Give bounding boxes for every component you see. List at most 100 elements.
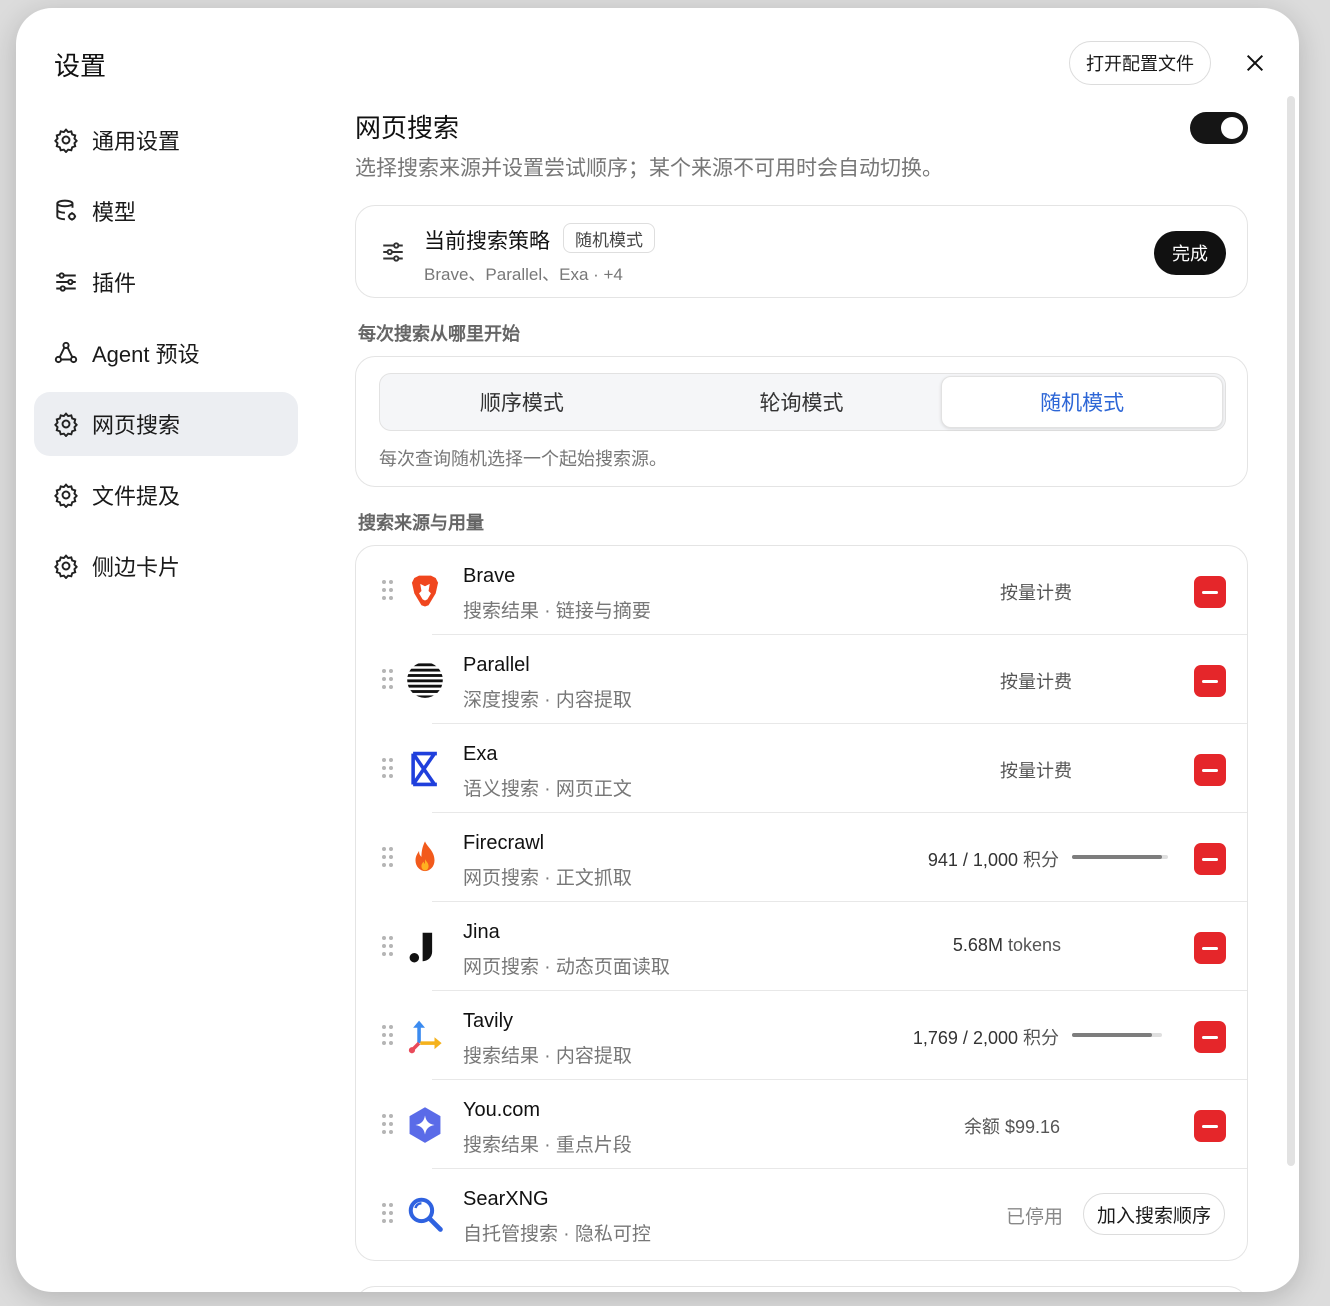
gear-icon (52, 552, 80, 580)
nav-item-agent-presets[interactable]: Agent 预设 (34, 321, 298, 385)
source-row-searxng: SearXNG 自托管搜索 · 隐私可控 已停用 加入搜索顺序 (356, 1169, 1247, 1258)
exa-hourglass-icon (406, 750, 444, 788)
mode-description: 每次查询随机选择一个起始搜索源。 (379, 449, 667, 469)
nav-item-label: 模型 (92, 200, 137, 225)
source-usage: 5.68M tokens (952, 935, 1061, 955)
source-row-brave: Brave 搜索结果 · 链接与摘要 按量计费 (356, 546, 1247, 635)
gear-icon (52, 126, 80, 154)
usage-progress-bar (1072, 1033, 1162, 1037)
drag-handle-icon[interactable] (382, 1203, 394, 1223)
nav-item-label: 网页搜索 (92, 413, 181, 438)
source-description: 网页搜索 · 正文抓取 (463, 868, 632, 889)
tavily-arrows-icon (406, 1017, 444, 1055)
source-name: Parallel (463, 654, 530, 676)
source-name: Brave (463, 565, 516, 587)
source-description: 深度搜索 · 内容提取 (463, 690, 632, 711)
database-icon (52, 197, 80, 225)
done-button[interactable]: 完成 (1154, 231, 1226, 275)
strategy-mode-badge: 随机模式 (563, 223, 655, 253)
sources-group-label: 搜索来源与用量 (358, 513, 484, 533)
remove-source-button[interactable] (1194, 932, 1226, 964)
sliders-icon (52, 268, 80, 296)
open-config-file-button[interactable]: 打开配置文件 (1069, 41, 1211, 85)
strategy-summary: Brave、Parallel、Exa · +4 (424, 265, 623, 284)
nav-item-label: 文件提及 (92, 484, 181, 509)
searxng-magnifier-icon (406, 1195, 444, 1233)
source-description: 搜索结果 · 重点片段 (463, 1135, 632, 1156)
nav-item-plugins[interactable]: 插件 (34, 250, 298, 314)
drag-handle-icon[interactable] (382, 936, 394, 956)
mode-segmented-control: 顺序模式 轮询模式 随机模式 (379, 373, 1226, 431)
mode-option-sequential[interactable]: 顺序模式 (382, 376, 662, 428)
source-usage: 1,769 / 2,000 积分 (912, 1028, 1059, 1048)
remove-source-button[interactable] (1194, 665, 1226, 697)
modal-title: 设置 (54, 51, 107, 81)
agent-icon (52, 339, 80, 367)
source-row-youcom: You.com 搜索结果 · 重点片段 余额 $99.16 (356, 1080, 1247, 1169)
settings-nav: 通用设置 模型 插件 Agent 预设 网页搜索 文件提及 侧边卡片 (34, 108, 298, 605)
scrollbar[interactable] (1287, 96, 1295, 1166)
mode-option-random[interactable]: 随机模式 (941, 376, 1224, 428)
youcom-star-icon (406, 1106, 444, 1144)
source-name: Tavily (463, 1010, 514, 1032)
next-section-card (355, 1286, 1248, 1292)
drag-handle-icon[interactable] (382, 758, 394, 778)
gear-icon (52, 481, 80, 509)
strategy-title: 当前搜索策略 (424, 230, 550, 253)
sliders-icon (380, 239, 406, 265)
source-description: 搜索结果 · 链接与摘要 (463, 601, 651, 622)
nav-item-side-cards[interactable]: 侧边卡片 (34, 534, 298, 598)
nav-item-models[interactable]: 模型 (34, 179, 298, 243)
source-usage: 余额 $99.16 (963, 1117, 1060, 1137)
source-description: 网页搜索 · 动态页面读取 (463, 957, 670, 978)
section-title: 网页搜索 (355, 113, 460, 143)
usage-progress-bar (1072, 855, 1168, 859)
mode-option-round-robin[interactable]: 轮询模式 (662, 376, 942, 428)
source-name: Exa (463, 743, 498, 765)
source-name: Jina (463, 921, 500, 943)
nav-item-label: Agent 预设 (92, 342, 200, 367)
remove-source-button[interactable] (1194, 754, 1226, 786)
drag-handle-icon[interactable] (382, 580, 394, 600)
source-usage: 941 / 1,000 积分 (927, 850, 1059, 870)
source-status: 已停用 (1006, 1207, 1064, 1228)
parallel-stripes-icon (406, 661, 444, 699)
source-row-parallel: Parallel 深度搜索 · 内容提取 按量计费 (356, 635, 1247, 724)
drag-handle-icon[interactable] (382, 1114, 394, 1134)
drag-handle-icon[interactable] (382, 847, 394, 867)
source-row-tavily: Tavily 搜索结果 · 内容提取 1,769 / 2,000 积分 (356, 991, 1247, 1080)
web-search-toggle[interactable] (1190, 112, 1248, 144)
brave-lion-icon (406, 572, 444, 610)
close-icon (1246, 54, 1264, 72)
section-description: 选择搜索来源并设置尝试顺序；某个来源不可用时会自动切换。 (355, 157, 943, 180)
source-description: 语义搜索 · 网页正文 (463, 779, 632, 800)
source-row-jina: Jina 网页搜索 · 动态页面读取 5.68M tokens (356, 902, 1247, 991)
source-name: SearXNG (463, 1188, 549, 1210)
remove-source-button[interactable] (1194, 1021, 1226, 1053)
remove-source-button[interactable] (1194, 576, 1226, 608)
start-group-label: 每次搜索从哪里开始 (358, 324, 520, 344)
source-usage: 按量计费 (1000, 672, 1072, 692)
close-button[interactable] (1240, 48, 1270, 78)
nav-item-general[interactable]: 通用设置 (34, 108, 298, 172)
strategy-card: 当前搜索策略 随机模式 Brave、Parallel、Exa · +4 完成 (355, 205, 1248, 298)
source-row-firecrawl: Firecrawl 网页搜索 · 正文抓取 941 / 1,000 积分 (356, 813, 1247, 902)
mode-card: 顺序模式 轮询模式 随机模式 每次查询随机选择一个起始搜索源。 (355, 356, 1248, 487)
nav-item-label: 插件 (92, 271, 137, 296)
drag-handle-icon[interactable] (382, 669, 394, 689)
source-usage: 按量计费 (1000, 761, 1072, 781)
source-description: 自托管搜索 · 隐私可控 (463, 1224, 651, 1245)
jina-icon (406, 928, 444, 966)
source-row-exa: Exa 语义搜索 · 网页正文 按量计费 (356, 724, 1247, 813)
source-usage: 按量计费 (1000, 583, 1072, 603)
nav-item-label: 侧边卡片 (92, 555, 181, 580)
sources-list: Brave 搜索结果 · 链接与摘要 按量计费 Parallel 深度搜索 · … (355, 545, 1248, 1261)
settings-modal: 设置 通用设置 模型 插件 Agent 预设 网页搜索 文件提及 侧边卡片 打开… (16, 8, 1299, 1292)
firecrawl-flame-icon (406, 839, 444, 877)
remove-source-button[interactable] (1194, 1110, 1226, 1142)
drag-handle-icon[interactable] (382, 1025, 394, 1045)
nav-item-file-mentions[interactable]: 文件提及 (34, 463, 298, 527)
add-to-search-order-button[interactable]: 加入搜索顺序 (1083, 1193, 1226, 1235)
nav-item-web-search[interactable]: 网页搜索 (34, 392, 298, 456)
remove-source-button[interactable] (1194, 843, 1226, 875)
